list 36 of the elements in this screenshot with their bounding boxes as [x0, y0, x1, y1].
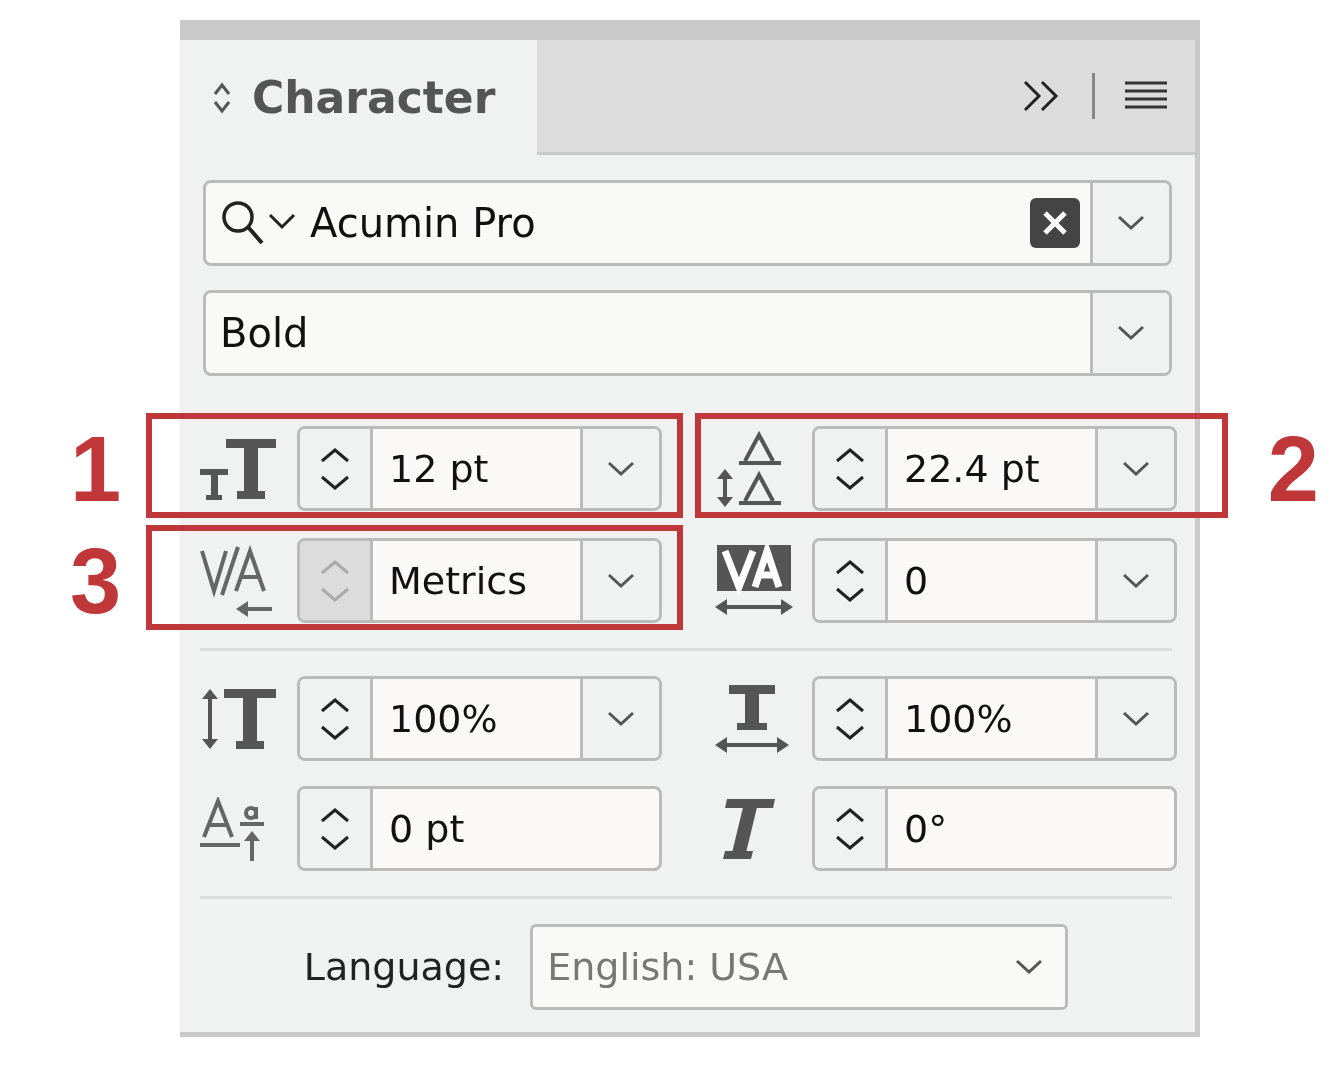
chevron-down-icon [1122, 572, 1150, 589]
chevron-down-icon [607, 460, 635, 477]
callout-number: 2 [1267, 422, 1319, 515]
stepper-arrows[interactable] [300, 679, 373, 758]
chevron-down-icon [607, 572, 635, 589]
chevron-down-icon [1122, 710, 1150, 727]
collapse-toggle-icon[interactable] [212, 80, 232, 115]
font-family-field[interactable]: Acumin Pro [203, 180, 1172, 266]
stepper-arrows[interactable] [300, 789, 373, 868]
chevron-down-icon [1117, 325, 1145, 341]
stepper-arrows[interactable] [815, 679, 888, 758]
callout-number: 1 [70, 422, 122, 515]
chevron-down-icon [607, 710, 635, 727]
font-family-value: Acumin Pro [310, 200, 537, 246]
menu-icon[interactable] [1125, 81, 1167, 111]
clear-button[interactable] [1030, 198, 1080, 248]
vertical-scale-icon [200, 686, 278, 751]
close-icon [1041, 209, 1069, 237]
font-style-field[interactable]: Bold [203, 290, 1172, 376]
horizontal-scale-icon [715, 682, 789, 755]
chevron-down-icon [1015, 959, 1044, 975]
panel-tab[interactable]: Character [252, 72, 496, 123]
baseline-shift-icon [200, 796, 266, 861]
language-select[interactable]: English: USA [530, 924, 1069, 1010]
chevron-down-icon [1117, 215, 1145, 231]
tracking-icon [715, 544, 793, 617]
stepper-arrows[interactable] [815, 429, 888, 508]
callout-number: 3 [70, 534, 122, 627]
search-icon[interactable] [220, 199, 298, 247]
font-style-value: Bold [220, 310, 309, 356]
stepper-arrows[interactable] [815, 541, 888, 620]
chevron-down-icon [1122, 460, 1150, 477]
stepper-arrows[interactable] [300, 429, 373, 508]
font-size-icon [200, 436, 278, 501]
language-label: Language: [303, 945, 505, 989]
stepper-arrows[interactable] [815, 789, 888, 868]
